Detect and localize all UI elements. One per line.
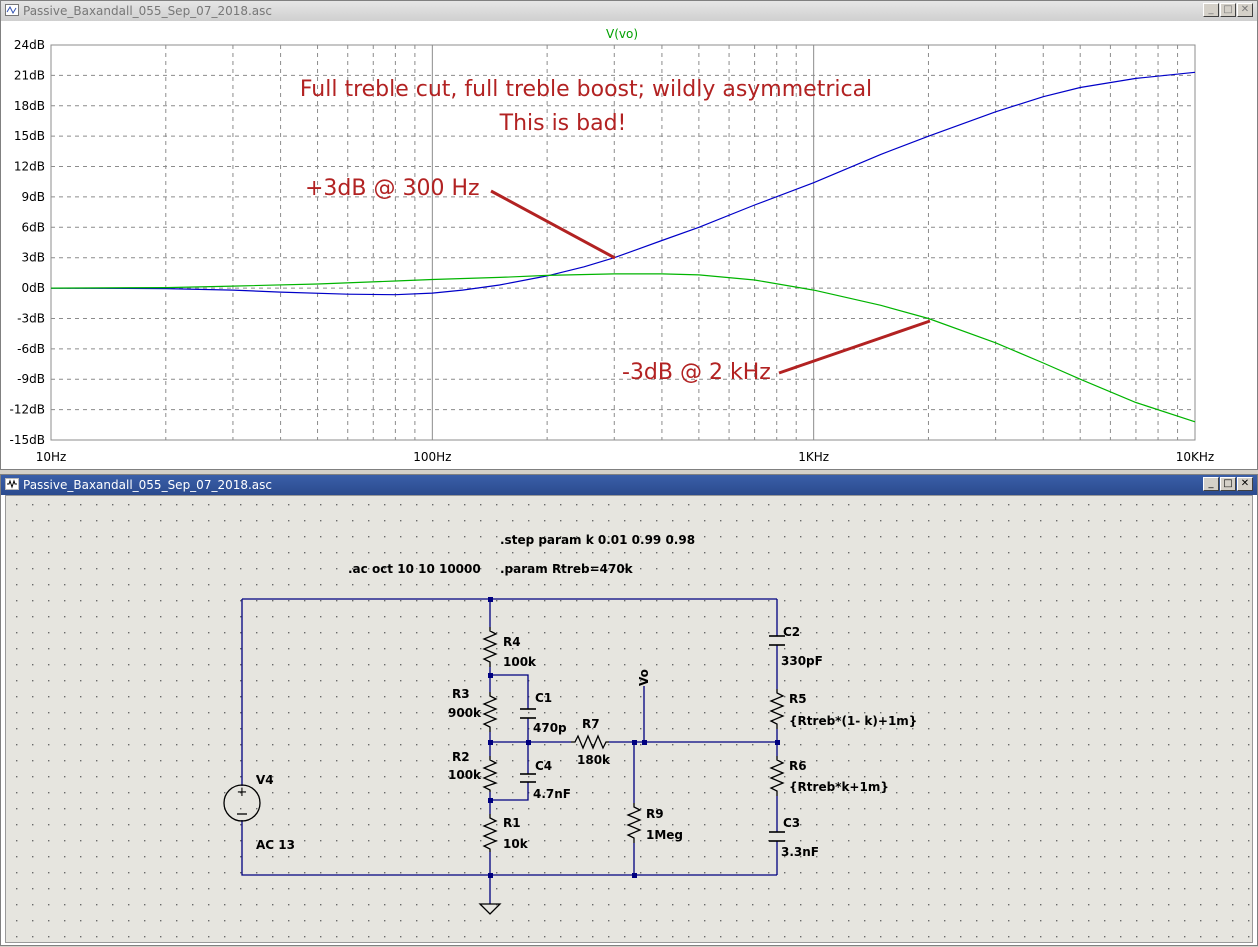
param-directive[interactable]: .param Rtreb=470k xyxy=(500,562,634,576)
y-tick-label: 3dB xyxy=(22,251,45,265)
boost-annotation-label: +3dB @ 300 Hz xyxy=(305,176,480,201)
schematic-app-icon xyxy=(5,478,19,490)
step-directive[interactable]: .step param k 0.01 0.99 0.98 xyxy=(500,533,695,547)
r4-name[interactable]: R4 xyxy=(503,635,521,649)
r1-value[interactable]: 10k xyxy=(503,837,529,851)
net-label-vo[interactable]: Vo xyxy=(637,669,651,686)
annotation-line1: Full treble cut, full treble boost; wild… xyxy=(300,77,872,102)
trace-label[interactable]: V(vo) xyxy=(606,27,638,41)
y-tick-label: 15dB xyxy=(14,129,45,143)
c2-value[interactable]: 330pF xyxy=(781,654,823,668)
y-tick-label: 21dB xyxy=(14,68,45,82)
r1-name[interactable]: R1 xyxy=(503,816,521,830)
y-tick-label: 24dB xyxy=(14,38,45,52)
v4-value[interactable]: AC 13 xyxy=(256,838,295,852)
r7-name[interactable]: R7 xyxy=(582,717,600,731)
minimize-button[interactable]: _ xyxy=(1203,3,1219,17)
plot-window[interactable]: Passive_Baxandall_055_Sep_07_2018.asc _ … xyxy=(0,0,1258,470)
r3-name[interactable]: R3 xyxy=(452,687,470,701)
r4-value[interactable]: 100k xyxy=(503,655,537,669)
r5-value[interactable]: {Rtreb*(1- k)+1m} xyxy=(789,714,917,728)
y-tick-label: 9dB xyxy=(22,190,45,204)
c2-name[interactable]: C2 xyxy=(783,625,800,639)
r7-value[interactable]: 180k xyxy=(577,753,611,767)
plot-window-title: Passive_Baxandall_055_Sep_07_2018.asc xyxy=(23,4,273,18)
c3-name[interactable]: C3 xyxy=(783,816,800,830)
r3-value[interactable]: 900k xyxy=(448,706,482,720)
c1-value[interactable]: 470p xyxy=(533,721,567,735)
c4-value[interactable]: 4.7nF xyxy=(533,787,571,801)
x-tick-label: 10Hz xyxy=(36,450,67,464)
y-tick-label: 18dB xyxy=(14,99,45,113)
svg-text:+: + xyxy=(237,785,248,800)
annotation-line2: This is bad! xyxy=(499,111,627,136)
r2-value[interactable]: 100k xyxy=(448,768,482,782)
close-button[interactable]: ✕ xyxy=(1237,477,1253,491)
maximize-button[interactable]: □ xyxy=(1220,3,1236,17)
y-tick-label: -12dB xyxy=(10,403,45,417)
y-tick-label: -6dB xyxy=(17,342,45,356)
maximize-button[interactable]: □ xyxy=(1220,477,1236,491)
r2-name[interactable]: R2 xyxy=(452,750,470,764)
bode-plot[interactable]: 24dB 21dB 18dB 15dB 12dB 9dB 6dB 3dB 0dB -3dB -6dB… xyxy=(1,21,1257,469)
r6-value[interactable]: {Rtreb*k+1m} xyxy=(789,780,889,794)
c3-value[interactable]: 3.3nF xyxy=(781,845,819,859)
y-tick-label: 0dB xyxy=(22,281,45,295)
y-tick-label: -15dB xyxy=(10,433,45,447)
x-axis-ticks: 10Hz 100Hz 1KHz 10KHz xyxy=(36,450,1215,464)
r5-name[interactable]: R5 xyxy=(789,692,807,706)
x-tick-label: 10KHz xyxy=(1176,450,1214,464)
y-tick-label: -9dB xyxy=(17,372,45,386)
y-tick-label: 6dB xyxy=(22,220,45,234)
y-tick-label: -3dB xyxy=(17,311,45,325)
x-tick-label: 1KHz xyxy=(798,450,829,464)
close-button[interactable]: ✕ xyxy=(1237,3,1253,17)
y-axis-ticks: 24dB 21dB 18dB 15dB 12dB 9dB 6dB 3dB 0dB -3dB -6dB… xyxy=(10,38,45,447)
v4-name[interactable]: V4 xyxy=(256,773,274,787)
x-tick-label: 100Hz xyxy=(413,450,451,464)
minimize-button[interactable]: _ xyxy=(1203,477,1219,491)
plot-pane[interactable]: 24dB 21dB 18dB 15dB 12dB 9dB 6dB 3dB 0dB -3dB -6dB… xyxy=(1,21,1257,469)
c4-name[interactable]: C4 xyxy=(535,759,552,773)
schematic-drawing[interactable]: .step param k 0.01 0.99 0.98 .ac oct 10 … xyxy=(6,496,1252,942)
schematic-window-titlebar[interactable]: Passive_Baxandall_055_Sep_07_2018.asc _ … xyxy=(1,475,1257,495)
r9-name[interactable]: R9 xyxy=(646,807,664,821)
ac-directive[interactable]: .ac oct 10 10 10000 xyxy=(348,562,481,576)
plot-window-titlebar[interactable]: Passive_Baxandall_055_Sep_07_2018.asc _ … xyxy=(1,1,1257,21)
cut-annotation-label: -3dB @ 2 kHz xyxy=(622,360,771,385)
y-tick-label: 12dB xyxy=(14,160,45,174)
c1-name[interactable]: C1 xyxy=(535,691,552,705)
waveform-app-icon xyxy=(5,4,19,16)
schematic-window[interactable]: Passive_Baxandall_055_Sep_07_2018.asc _ … xyxy=(0,474,1258,946)
r9-value[interactable]: 1Meg xyxy=(646,828,683,842)
r6-name[interactable]: R6 xyxy=(789,759,807,773)
schematic-window-title: Passive_Baxandall_055_Sep_07_2018.asc xyxy=(23,478,273,492)
schematic-canvas[interactable]: .step param k 0.01 0.99 0.98 .ac oct 10 … xyxy=(5,495,1253,943)
